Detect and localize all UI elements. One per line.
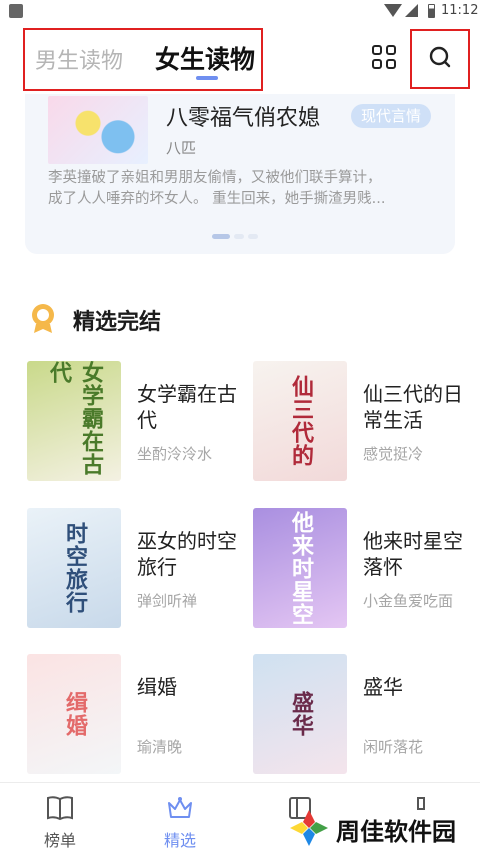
banner-book-author: 八匹 bbox=[166, 139, 197, 157]
book-title[interactable]: 巫女的时空旅行 bbox=[137, 528, 237, 580]
book-author: 弹剑听禅 bbox=[137, 592, 198, 610]
book-title[interactable]: 他来时星空落怀 bbox=[363, 528, 463, 580]
banner-description-line-2: 成了人人唾弃的坏女人。 重生回来，她手撕渣男贱... bbox=[48, 191, 386, 207]
nav-label-featured: 精选 bbox=[163, 831, 196, 850]
book-author: 闲听落花 bbox=[363, 738, 424, 756]
book-author: 瑜清晚 bbox=[137, 738, 183, 756]
book-cover[interactable]: 盛华 bbox=[253, 654, 347, 774]
book-title[interactable]: 缉婚 bbox=[137, 674, 237, 700]
book-cover[interactable]: 缉婚 bbox=[27, 654, 121, 774]
book-author: 感觉挺冷 bbox=[363, 445, 424, 463]
active-tab-indicator bbox=[196, 76, 218, 80]
book-cover[interactable]: 时空旅行 bbox=[27, 508, 121, 628]
banner-description-line-1: 李英撞破了亲姐和男朋友偷情，又被他们联手算计， bbox=[48, 170, 382, 186]
banner-genre-tag: 现代言情 bbox=[351, 104, 431, 128]
book-cover[interactable]: 女学霸在古代 bbox=[27, 361, 121, 481]
status-bar: 11:12 bbox=[0, 0, 480, 24]
site-watermark: 周佳软件园 bbox=[288, 804, 478, 852]
book-cover[interactable]: 仙三代的 bbox=[253, 361, 347, 481]
book-cover-lettering: 仙三代的 bbox=[288, 375, 313, 467]
book-title[interactable]: 盛华 bbox=[363, 674, 463, 700]
book-author: 小金鱼爱吃面 bbox=[363, 592, 454, 610]
carousel-dot bbox=[248, 234, 258, 239]
book-author: 坐酌泠泠水 bbox=[137, 445, 213, 463]
wifi-icon bbox=[384, 4, 402, 17]
book-title[interactable]: 仙三代的日常生活 bbox=[363, 381, 463, 433]
carousel-dot-active bbox=[212, 234, 230, 239]
banner-book-title[interactable]: 八零福气俏农媳 bbox=[166, 100, 320, 132]
nav-item-rankings[interactable]: 榜单 bbox=[12, 783, 108, 854]
top-bar: 男生读物 女生读物 bbox=[0, 24, 480, 94]
battery-icon bbox=[428, 4, 435, 18]
nav-item-featured[interactable]: 精选 bbox=[132, 783, 228, 854]
book-card[interactable]: 仙三代的 仙三代的日常生活感觉挺冷 bbox=[253, 361, 468, 486]
watermark-text: 周佳软件园 bbox=[336, 818, 456, 846]
signal-icon bbox=[405, 4, 418, 17]
tab-male-reading[interactable]: 男生读物 bbox=[35, 43, 123, 75]
book-card[interactable]: 时空旅行 巫女的时空旅行弹剑听禅 bbox=[27, 508, 242, 633]
banner-book-description: 李英撞破了亲姐和男朋友偷情，又被他们联手算计， 成了人人唾弃的坏女人。 重生回来… bbox=[48, 168, 428, 210]
book-card[interactable]: 他来时星空 他来时星空落怀小金鱼爱吃面 bbox=[253, 508, 468, 633]
book-card[interactable]: 女学霸在古代 女学霸在古代坐酌泠泠水 bbox=[27, 361, 242, 486]
banner-book-cover[interactable] bbox=[48, 96, 148, 164]
book-cover-lettering: 缉婚 bbox=[62, 691, 87, 737]
book-cover-lettering: 时空旅行 bbox=[62, 522, 87, 614]
medal-icon bbox=[32, 304, 54, 333]
book-cover-lettering: 盛华 bbox=[288, 691, 313, 737]
book-cover-lettering: 他来时星空 bbox=[288, 510, 313, 626]
nav-label-rankings: 榜单 bbox=[43, 831, 76, 850]
carousel-dot bbox=[234, 234, 244, 239]
crown-icon bbox=[168, 797, 192, 818]
book-title[interactable]: 女学霸在古代 bbox=[137, 381, 237, 433]
watermark-logo-icon bbox=[290, 810, 328, 846]
search-icon[interactable] bbox=[429, 46, 451, 68]
carousel-indicator bbox=[212, 234, 272, 239]
book-card[interactable]: 盛华 盛华 闲听落花 bbox=[253, 654, 468, 779]
book-cover-lettering: 女学霸在古代 bbox=[46, 361, 103, 476]
section-title: 精选完结 bbox=[73, 310, 162, 335]
tab-female-reading[interactable]: 女生读物 bbox=[155, 40, 255, 76]
book-card[interactable]: 缉婚 缉婚 瑜清晚 bbox=[27, 654, 242, 779]
status-time: 11:12 bbox=[441, 3, 479, 18]
book-cover[interactable]: 他来时星空 bbox=[253, 508, 347, 628]
book-icon bbox=[47, 796, 73, 821]
app-notification-icon bbox=[9, 4, 23, 18]
category-grid-icon[interactable] bbox=[372, 45, 398, 71]
